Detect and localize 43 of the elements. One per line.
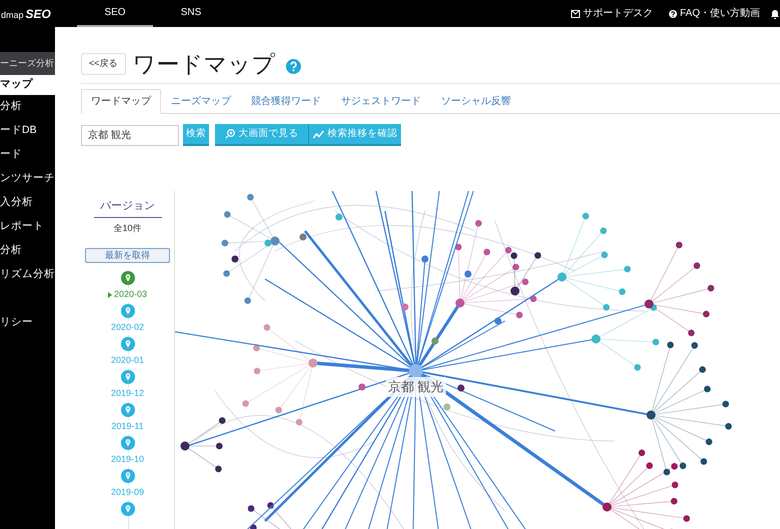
tab[interactable]: 競合獲得ワード <box>241 89 331 113</box>
map-pin-icon[interactable] <box>120 502 134 516</box>
version-heading: バージョン <box>94 198 162 218</box>
back-button[interactable]: <<戻る <box>81 53 126 75</box>
map-pin-icon[interactable] <box>120 403 134 417</box>
sidebar-item[interactable]: 分析 <box>0 239 55 263</box>
search-field[interactable]: 京都 観光 <box>81 124 179 146</box>
refresh-button[interactable]: 最新を取得 <box>85 248 170 263</box>
trend-icon <box>312 130 324 138</box>
tab[interactable]: ニーズマップ <box>161 89 241 113</box>
app-logo[interactable]: dmap SEO <box>1 4 51 22</box>
sidebar-item[interactable]: レポート <box>0 215 55 239</box>
map-pin-icon[interactable] <box>120 469 134 483</box>
sidebar-item[interactable]: ード <box>0 143 55 167</box>
map-pin-icon[interactable] <box>120 271 134 285</box>
tab[interactable]: サジェストワード <box>331 89 431 113</box>
bell-icon[interactable] <box>770 8 780 18</box>
top-nav-tab[interactable]: SNS <box>153 0 229 27</box>
sidebar-item[interactable]: 分析 <box>0 95 55 119</box>
tab[interactable]: ソーシャル反響 <box>431 89 521 113</box>
sidebar-item[interactable]: 入分析 <box>0 191 55 215</box>
map-pin-icon[interactable] <box>120 304 134 318</box>
sidebar-item[interactable]: ードDB <box>0 119 55 143</box>
tab[interactable]: ワードマップ <box>81 89 161 114</box>
zoom-icon <box>224 129 234 139</box>
map-pin-icon[interactable] <box>120 436 134 450</box>
sidebar-item[interactable]: マップ <box>0 75 55 95</box>
sidebar-item[interactable]: リシー <box>0 311 55 335</box>
map-center-label: 京都 観光 <box>386 377 446 396</box>
help-icon <box>668 10 677 18</box>
mail-icon <box>570 10 580 18</box>
version-date[interactable]: 2020-03 <box>114 288 148 302</box>
sidebar-item[interactable]: リズム分析 <box>0 263 55 287</box>
header-link[interactable]: サポートデスク <box>582 6 653 21</box>
header-link[interactable]: FAQ・使い方動画 <box>680 6 760 21</box>
help-icon[interactable] <box>286 58 301 74</box>
map-pin-icon[interactable] <box>120 337 134 351</box>
sidebar-item[interactable]: ンツサーチ <box>0 167 55 191</box>
version-count: 全10件 <box>113 222 142 234</box>
page-title: ワードマップ <box>132 52 276 76</box>
pointer-icon <box>108 292 112 298</box>
sidebar-section: ーニーズ分析 <box>0 52 55 75</box>
map-pin-icon[interactable] <box>120 370 134 384</box>
